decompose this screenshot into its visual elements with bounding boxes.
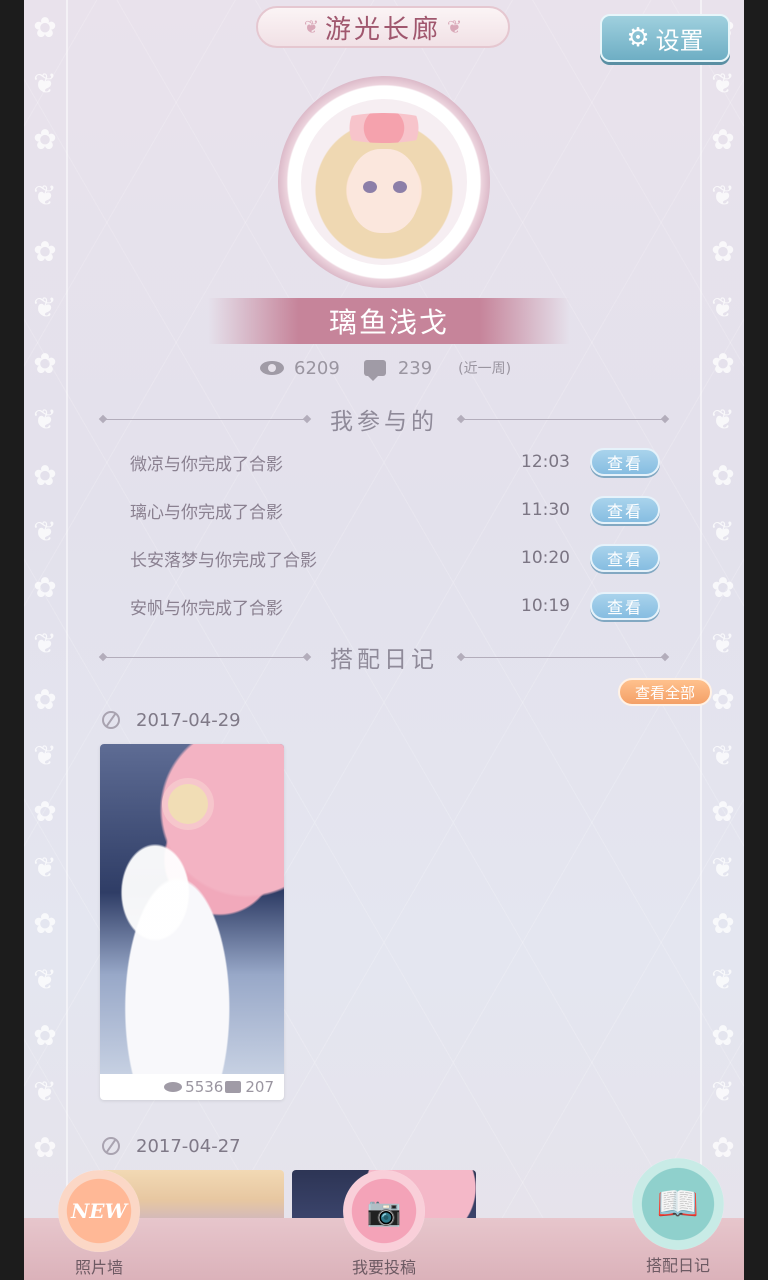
stats-period: (近一周) (458, 361, 512, 377)
ornament-icon: ❦ (447, 16, 463, 38)
divider (458, 418, 668, 420)
settings-label: 设置 (655, 26, 704, 55)
activity-time: 11:30 (521, 500, 570, 520)
book-icon: 📖 (632, 1158, 724, 1250)
eye-icon (164, 1082, 183, 1092)
diary-photo-card[interactable]: 5536 207 (100, 744, 284, 1100)
activity-text: 长安落梦与你完成了合影 (130, 550, 317, 571)
activity-row: 安帆与你完成了合影 10:19 查看 (130, 588, 660, 624)
flower-crown (329, 113, 439, 143)
player-name: 璃鱼浅戈 (208, 298, 570, 344)
avatar-frame[interactable] (278, 76, 490, 288)
activity-text: 安帆与你完成了合影 (130, 598, 283, 619)
view-button[interactable]: 查看 (590, 448, 660, 476)
camera-icon: 📷 (343, 1170, 425, 1252)
activity-time: 12:03 (521, 452, 570, 472)
participation-heading-text: 我参与的 (330, 409, 438, 435)
activity-text: 璃心与你完成了合影 (130, 502, 283, 523)
divider (100, 656, 310, 658)
view-button[interactable]: 查看 (590, 496, 660, 524)
outfit-photo (100, 744, 284, 1074)
view-all-button[interactable]: 查看全部 (618, 678, 712, 706)
ornament-icon: ❦ (303, 16, 319, 38)
pencil-icon (102, 1137, 120, 1155)
pencil-icon (102, 711, 120, 729)
avatar-eye (363, 181, 377, 193)
activity-time: 10:19 (521, 596, 570, 616)
rose-border-left: ✿ ❦ ✿ ❦ ✿ ❦ ✿ ❦ ✿ ❦ ✿ ❦ ✿ ❦ ✿ ❦ ✿ ❦ ✿ ❦ ✿ (24, 0, 68, 1220)
diary-date-row: 2017-04-27 (102, 1132, 241, 1160)
nav-submit[interactable]: 📷 我要投稿 (334, 1170, 434, 1278)
photo-comment-count: 207 (245, 1078, 274, 1096)
eye-icon (260, 361, 284, 375)
activity-time: 10:20 (521, 548, 570, 568)
nav-submit-label: 我要投稿 (351, 1258, 416, 1277)
divider (100, 418, 310, 420)
settings-button[interactable]: ⚙ 设置 (600, 14, 730, 62)
nav-photo-wall-label: 照片墙 (74, 1258, 123, 1277)
comment-count: 239 (397, 357, 433, 379)
page-title-text: 游光长廊 (324, 14, 441, 45)
avatar (301, 99, 467, 265)
activity-row: 璃心与你完成了合影 11:30 查看 (130, 492, 660, 528)
diary-heading-text: 搭配日记 (330, 647, 438, 673)
view-button[interactable]: 查看 (590, 544, 660, 572)
avatar-eye (393, 181, 407, 193)
activity-text: 微凉与你完成了合影 (130, 454, 283, 475)
view-button[interactable]: 查看 (590, 592, 660, 620)
diary-date-row: 2017-04-29 (102, 706, 241, 734)
avatar-face (349, 149, 419, 233)
photo-view-count: 5536 (185, 1078, 224, 1096)
nav-diary[interactable]: 📖 搭配日记 (628, 1158, 728, 1276)
page-title: ❦ 游光长廊 ❦ (256, 6, 510, 48)
diary-date: 2017-04-29 (136, 709, 241, 731)
left-edge (0, 0, 24, 1280)
profile-stats: 6209 239 (近一周) (260, 354, 511, 382)
view-count: 6209 (294, 357, 340, 379)
photo-stats: 5536 207 (100, 1074, 284, 1100)
diary-heading: 搭配日记 (100, 640, 668, 674)
rose-border-right: ✿❦✿❦✿❦✿❦✿❦✿❦✿❦✿❦✿❦✿❦✿ (700, 0, 744, 1220)
gear-icon: ⚙ (626, 23, 650, 53)
activity-row: 微凉与你完成了合影 12:03 查看 (130, 444, 660, 480)
diary-date: 2017-04-27 (136, 1135, 241, 1157)
divider (458, 656, 668, 658)
comment-icon (363, 360, 386, 381)
corridor-page: ✿❦✿❦✿❦✿❦✿❦✿❦✿❦✿❦✿❦✿❦✿ ✿❦✿❦✿❦✿❦✿❦✿❦✿❦✿❦✿❦… (24, 0, 744, 1280)
right-edge (744, 0, 768, 1280)
comment-icon (225, 1081, 242, 1093)
nav-photo-wall[interactable]: NEW 照片墙 (54, 1170, 144, 1278)
new-badge-icon: NEW (58, 1170, 140, 1252)
activity-row: 长安落梦与你完成了合影 10:20 查看 (130, 540, 660, 576)
participation-heading: 我参与的 (100, 402, 668, 436)
nav-diary-label: 搭配日记 (645, 1256, 710, 1275)
